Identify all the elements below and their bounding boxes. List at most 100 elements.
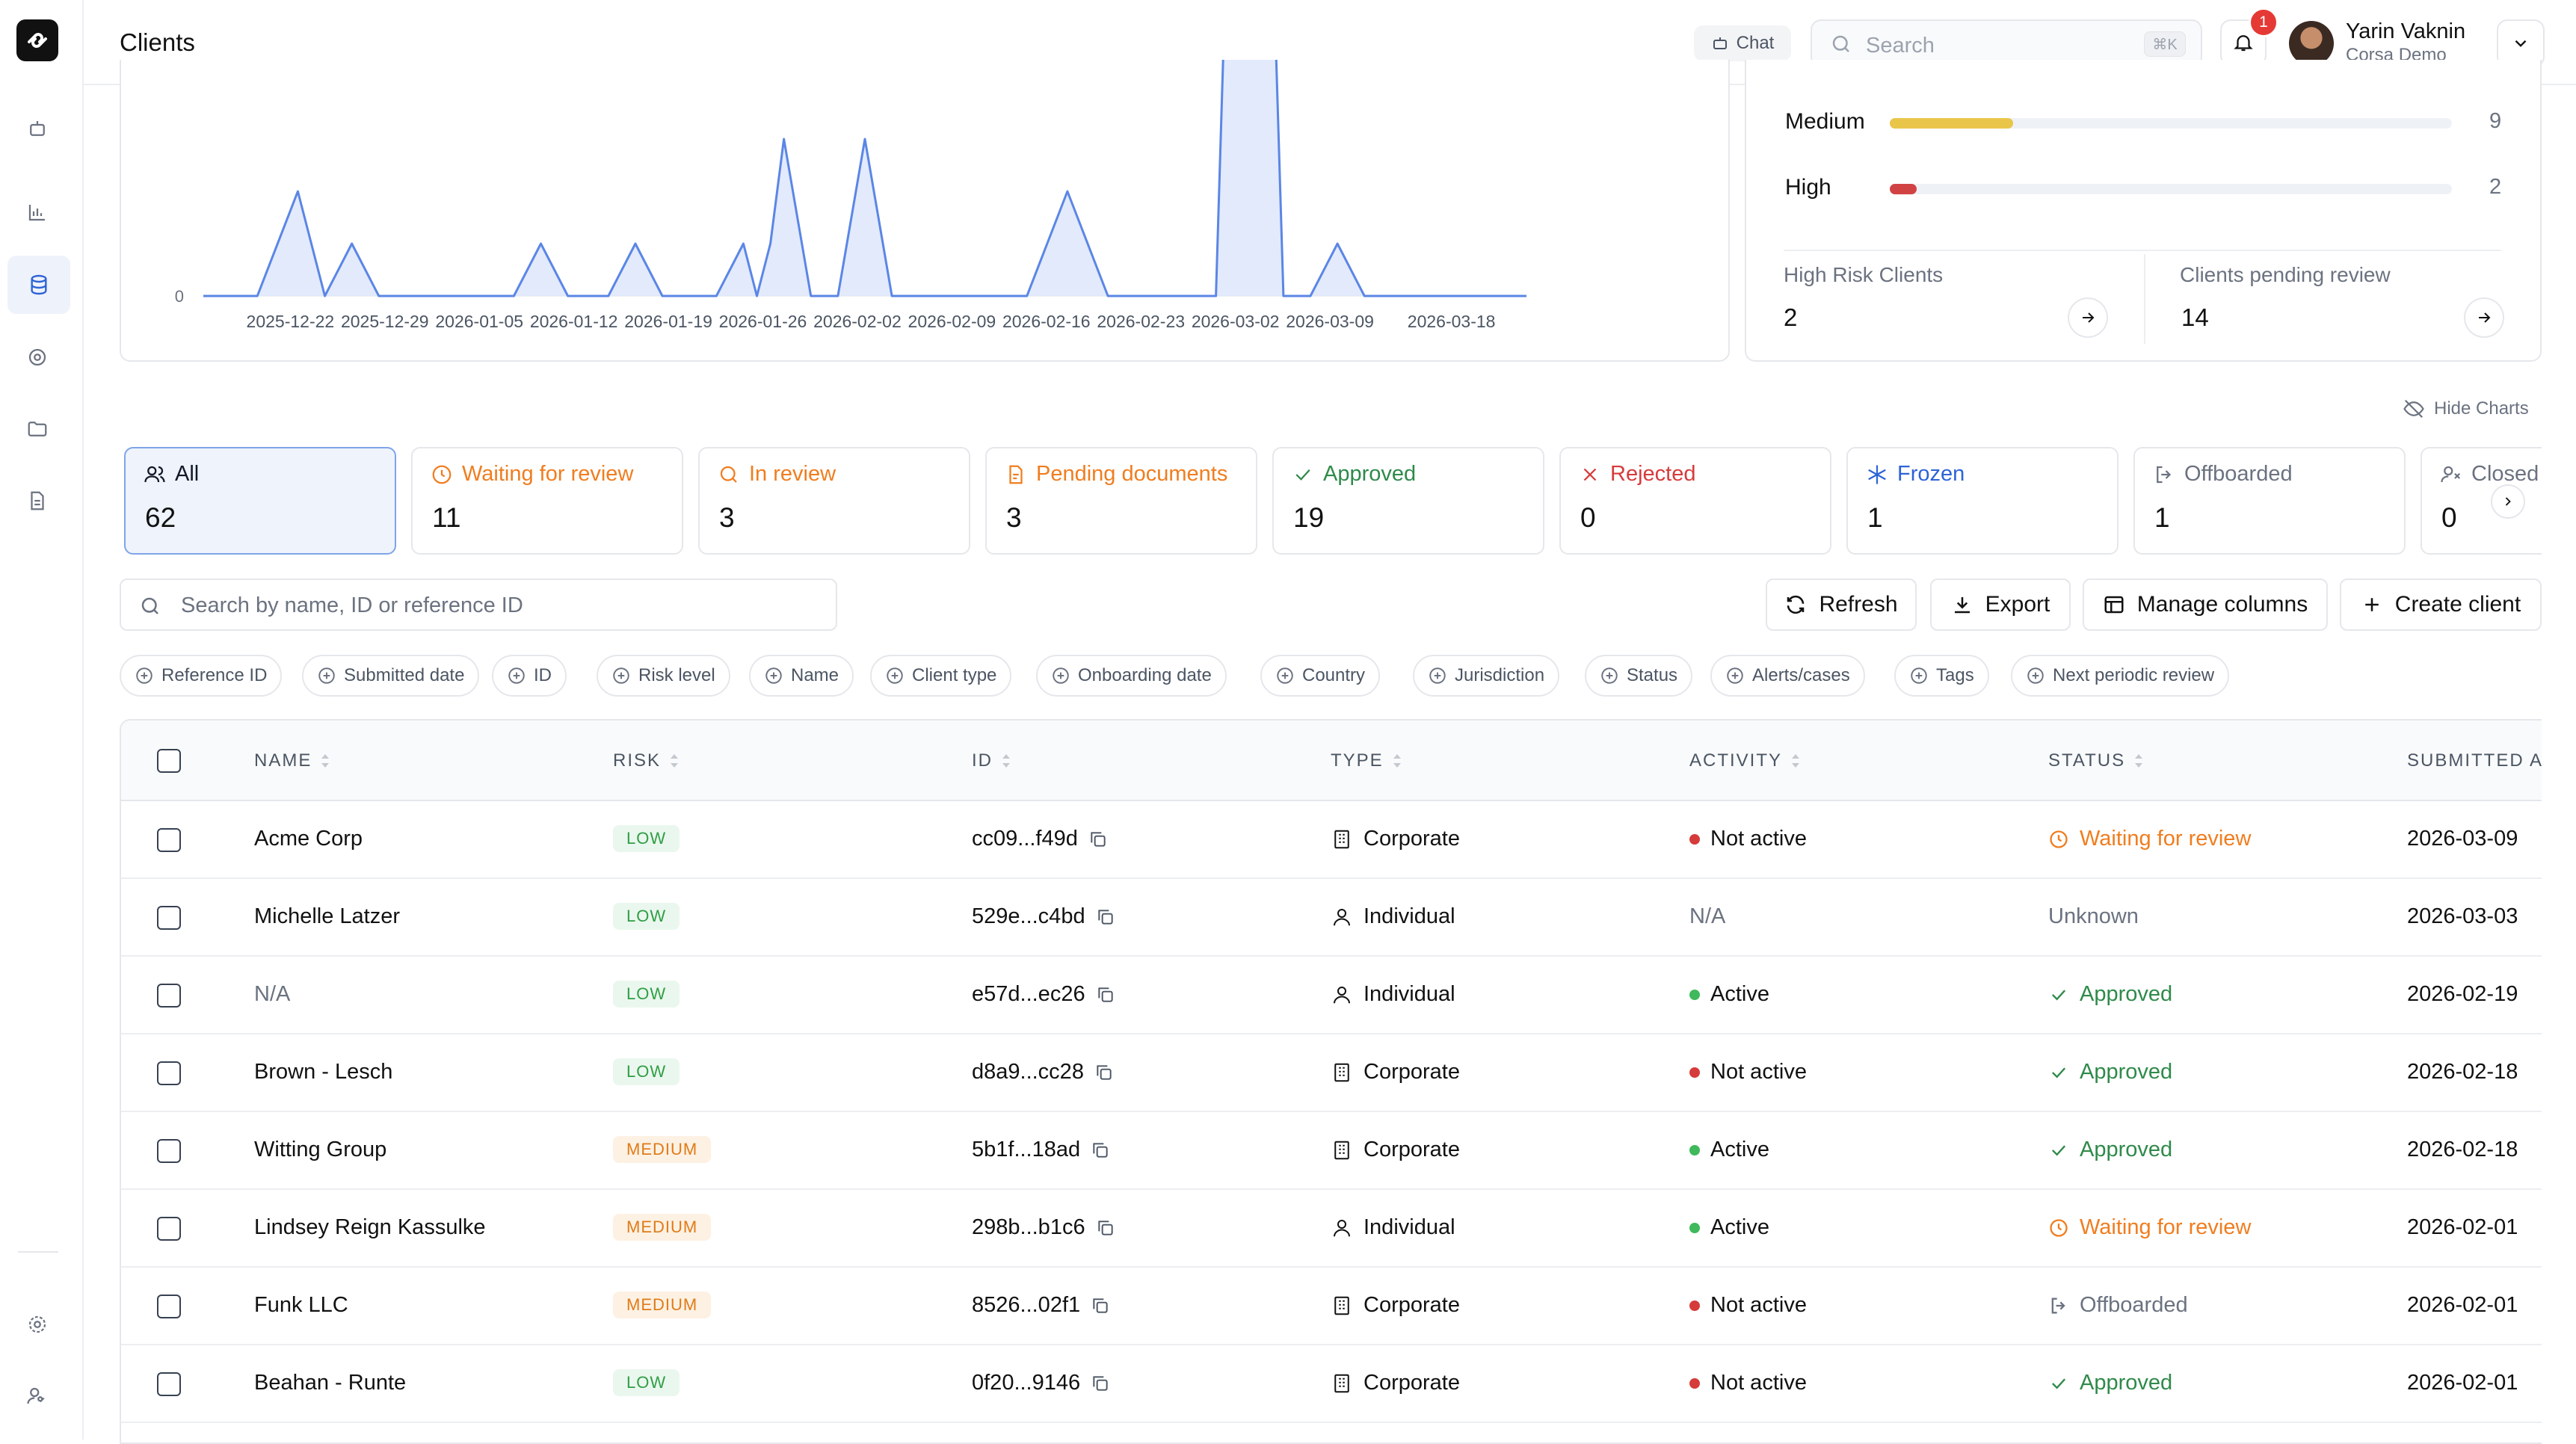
filter-chip[interactable]: Submitted date — [302, 655, 480, 697]
client-name[interactable]: Brown - Lesch — [254, 1060, 392, 1084]
database-nav-icon[interactable] — [7, 256, 70, 314]
table-row[interactable]: Acme Corp LOW cc09...f49d Corporate Not acti… — [121, 801, 2542, 879]
tabs-scroll-right-button[interactable] — [2491, 484, 2525, 519]
avatar[interactable] — [2289, 21, 2334, 66]
row-checkbox[interactable] — [157, 1217, 181, 1241]
client-search-input[interactable]: Search by name, ID or reference ID — [120, 578, 837, 631]
activity-dot — [1689, 1144, 1700, 1155]
copy-icon[interactable] — [1096, 1218, 1115, 1238]
filter-chip-label: Client type — [912, 665, 997, 685]
tab-waiting-for-review[interactable]: Waiting for review 11 — [411, 447, 683, 555]
export-button[interactable]: Export — [1930, 578, 2071, 631]
tab-in-review[interactable]: In review 3 — [698, 447, 970, 555]
tab-all[interactable]: All 62 — [124, 447, 396, 555]
table-row[interactable]: Funk LLC MEDIUM 8526...02f1 Corporate Not ac… — [121, 1268, 2542, 1345]
filter-chip[interactable]: Name — [749, 655, 854, 697]
filter-chip[interactable]: Tags — [1894, 655, 1989, 697]
filter-chip[interactable]: Onboarding date — [1036, 655, 1227, 697]
filter-chip[interactable]: Risk level — [597, 655, 730, 697]
row-checkbox[interactable] — [157, 828, 181, 852]
column-header[interactable]: SUBMITTED AT — [2407, 750, 2542, 771]
tab-pending-documents[interactable]: Pending documents 3 — [985, 447, 1257, 555]
column-header[interactable]: ID — [972, 750, 1012, 771]
client-id: 0f20...9146 — [972, 1371, 1081, 1395]
column-header[interactable]: NAME — [254, 750, 331, 771]
tab-rejected[interactable]: Rejected 0 — [1559, 447, 1831, 555]
row-checkbox[interactable] — [157, 1372, 181, 1396]
pending-review-open-button[interactable] — [2464, 297, 2504, 338]
table-row[interactable]: Lindsey Reign Kassulke MEDIUM 298b...b1c6 I… — [121, 1190, 2542, 1268]
filter-chip[interactable]: Jurisdiction — [1413, 655, 1560, 697]
create-client-button[interactable]: Create client — [2340, 578, 2542, 631]
client-name[interactable]: Lindsey Reign Kassulke — [254, 1215, 486, 1240]
settings-nav-icon[interactable] — [21, 1308, 54, 1341]
hide-charts-button[interactable]: Hide Charts — [2403, 398, 2529, 420]
client-id: e57d...ec26 — [972, 982, 1085, 1006]
copy-icon[interactable] — [1091, 1141, 1110, 1160]
copy-icon[interactable] — [1091, 1296, 1110, 1315]
filter-chip[interactable]: Status — [1585, 655, 1693, 697]
client-name[interactable]: Michelle Latzer — [254, 904, 400, 929]
column-header[interactable]: TYPE — [1331, 750, 1403, 771]
x-tick-label: 2026-02-23 — [1097, 312, 1185, 331]
chart-nav-icon[interactable] — [21, 196, 54, 229]
status-cell: Approved — [2048, 1371, 2172, 1395]
folder-nav-icon[interactable] — [21, 413, 54, 445]
filter-chip[interactable]: Next periodic review — [2011, 655, 2230, 697]
activity-cell: Active — [1689, 1138, 1769, 1162]
check-icon — [2052, 1377, 2066, 1389]
file-nav-icon[interactable] — [21, 484, 54, 517]
radar-nav-icon[interactable] — [21, 341, 54, 374]
risk-level-label: High — [1785, 175, 1831, 200]
table-row[interactable]: Brown - Lesch LOW d8a9...cc28 Corporate Not … — [121, 1034, 2542, 1112]
filter-chip[interactable]: Reference ID — [120, 655, 283, 697]
table-row[interactable]: N/A LOW e57d...ec26 Individual Active Approve… — [121, 957, 2542, 1034]
row-checkbox[interactable] — [157, 1139, 181, 1163]
status-label: Approved — [2080, 982, 2173, 1006]
copy-icon[interactable] — [1094, 1063, 1114, 1082]
clock-icon — [2050, 1218, 2068, 1237]
filter-chip[interactable]: Country — [1260, 655, 1381, 697]
filter-chip[interactable]: ID — [492, 655, 567, 697]
app-logo[interactable] — [16, 19, 58, 61]
plus-circle-icon — [887, 667, 903, 684]
client-name[interactable]: Funk LLC — [254, 1293, 348, 1318]
client-name[interactable]: Witting Group — [254, 1138, 386, 1162]
status-label: Approved — [2080, 1138, 2173, 1161]
refresh-button[interactable]: Refresh — [1766, 578, 1917, 631]
select-all-checkbox[interactable] — [157, 749, 181, 773]
table-row[interactable]: Witting Group MEDIUM 5b1f...18ad Corporate A… — [121, 1112, 2542, 1190]
manage-columns-button[interactable]: Manage columns — [2083, 578, 2328, 631]
row-checkbox[interactable] — [157, 1295, 181, 1318]
client-type-cell: Corporate — [1331, 827, 1460, 851]
status-tabs: All 62 Waiting for review 11 In review 3 Pendi… — [120, 447, 2542, 556]
client-type-cell: Corporate — [1331, 1060, 1460, 1084]
client-name[interactable]: Beahan - Runte — [254, 1371, 406, 1395]
copy-icon[interactable] — [1096, 985, 1115, 1005]
copy-icon[interactable] — [1088, 830, 1108, 849]
tab-offboarded[interactable]: Offboarded 1 — [2133, 447, 2406, 555]
bot-nav-icon[interactable] — [21, 112, 54, 145]
user-settings-nav-icon[interactable] — [21, 1380, 54, 1413]
high-risk-open-button[interactable] — [2068, 297, 2108, 338]
chat-button[interactable]: Chat — [1694, 25, 1791, 61]
column-header[interactable]: STATUS — [2048, 750, 2145, 771]
tab-approved[interactable]: Approved 19 — [1272, 447, 1544, 555]
tab-frozen[interactable]: Frozen 1 — [1846, 447, 2119, 555]
filter-chip-label: Status — [1627, 665, 1678, 685]
filter-chip[interactable]: Client type — [870, 655, 1012, 697]
client-name[interactable]: Acme Corp — [254, 827, 363, 851]
column-header[interactable]: RISK — [613, 750, 680, 771]
table-row[interactable]: Michelle Latzer LOW 529e...c4bd Individual N… — [121, 879, 2542, 957]
row-checkbox[interactable] — [157, 906, 181, 930]
copy-icon[interactable] — [1091, 1374, 1110, 1393]
client-name[interactable]: N/A — [254, 982, 290, 1007]
column-header-label: ID — [972, 750, 993, 771]
row-checkbox[interactable] — [157, 984, 181, 1008]
x-tick-label: 2026-01-12 — [530, 312, 618, 331]
copy-icon[interactable] — [1096, 907, 1115, 927]
row-checkbox[interactable] — [157, 1061, 181, 1085]
table-row[interactable]: Beahan - Runte LOW 0f20...9146 Corporate Not… — [121, 1345, 2542, 1423]
filter-chip[interactable]: Alerts/cases — [1710, 655, 1865, 697]
column-header[interactable]: ACTIVITY — [1689, 750, 1802, 771]
